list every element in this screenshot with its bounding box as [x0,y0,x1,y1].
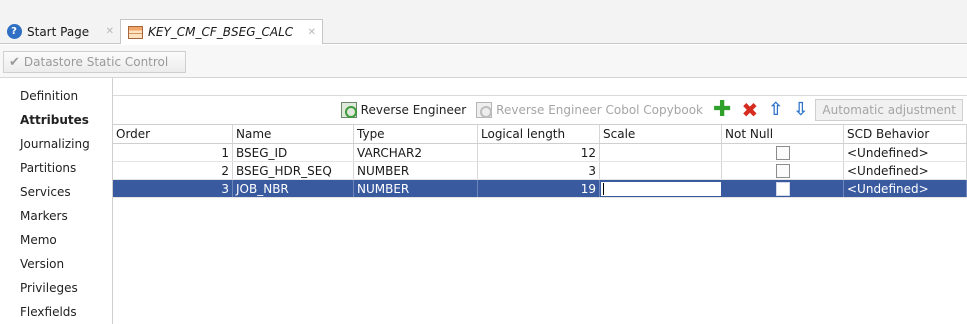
help-icon: ? [6,24,22,40]
arrow-up-icon: ⇧ [768,99,784,120]
cell-logical-length[interactable]: 19 [478,180,600,197]
nav-item-memo[interactable]: Memo [0,228,112,252]
nav-item-markers[interactable]: Markers [0,204,112,228]
move-up-button[interactable]: ⇧ [765,99,786,121]
attributes-table: Order Name Type Logical length Scale Not… [113,124,967,198]
datastore-table-icon [127,24,143,40]
column-header-scd-behavior[interactable]: SCD Behavior [844,125,967,143]
reverse-engineer-cobol-button[interactable]: Reverse Engineer Cobol Copybook [473,99,706,121]
not-null-checkbox[interactable] [775,145,790,160]
cell-scd-behavior[interactable]: <Undefined> [844,180,967,197]
cell-name[interactable]: BSEG_ID [233,144,354,161]
cell-scale[interactable] [600,162,722,179]
nav-item-version[interactable]: Version [0,252,112,276]
datastore-static-control-label: Datastore Static Control [23,55,169,69]
move-down-button[interactable]: ⇩ [790,99,811,121]
tab-start-page[interactable]: ? Start Page ✕ [0,19,120,44]
cell-name[interactable]: JOB_NBR [233,180,354,197]
tab-datastore[interactable]: KEY_CM_CF_BSEG_CALC ✕ [120,19,323,44]
automatic-adjustment-button[interactable]: Automatic adjustment [815,99,963,121]
nav-item-services[interactable]: Services [0,180,112,204]
datastore-section-nav: Definition Attributes Journalizing Parti… [0,78,113,324]
editor-tab-bar: ? Start Page ✕ KEY_CM_CF_BSEG_CALC ✕ [0,0,967,44]
cell-order[interactable]: 1 [113,144,233,161]
nav-item-journalizing[interactable]: Journalizing [0,132,112,156]
reverse-engineer-icon [340,102,357,118]
nav-item-partitions[interactable]: Partitions [0,156,112,180]
editor-toolbar: ✔ Datastore Static Control [0,45,967,78]
reverse-engineer-label: Reverse Engineer [360,103,467,117]
column-header-type[interactable]: Type [354,125,478,143]
automatic-adjustment-label: Automatic adjustment [822,103,956,117]
tab-start-page-label: Start Page [27,24,90,39]
cell-order[interactable]: 2 [113,162,233,179]
add-attribute-button[interactable]: ✚ [710,99,734,121]
tab-close-icon[interactable]: ✕ [106,26,114,37]
table-row[interactable]: 1 BSEG_ID VARCHAR2 12 <Undefined> [113,144,967,162]
delete-attribute-button[interactable]: ✖ [738,99,761,121]
cell-type[interactable]: VARCHAR2 [354,144,478,161]
table-row-selected[interactable]: 3 JOB_NBR NUMBER 19 <Undefined> [113,180,967,198]
text-cursor [603,183,604,195]
cell-name[interactable]: BSEG_HDR_SEQ [233,162,354,179]
nav-item-attributes[interactable]: Attributes [0,108,112,132]
tab-close-icon[interactable]: ✕ [308,27,316,38]
column-header-not-null[interactable]: Not Null [722,125,844,143]
reverse-engineer-button[interactable]: Reverse Engineer [338,99,470,121]
reverse-engineer-cobol-icon [476,102,493,118]
nav-item-privileges[interactable]: Privileges [0,276,112,300]
cell-not-null [722,144,844,161]
cell-logical-length[interactable]: 12 [478,144,600,161]
cell-scale[interactable] [600,144,722,161]
column-header-name[interactable]: Name [233,125,354,143]
cell-scd-behavior[interactable]: <Undefined> [844,144,967,161]
cell-not-null [722,162,844,179]
cell-scd-behavior[interactable]: <Undefined> [844,162,967,179]
cell-type[interactable]: NUMBER [354,162,478,179]
column-header-order[interactable]: Order [113,125,233,143]
plus-icon: ✚ [713,97,732,122]
arrow-down-icon: ⇩ [793,99,809,120]
tab-datastore-label: KEY_CM_CF_BSEG_CALC [148,25,294,39]
datastore-static-control-button[interactable]: ✔ Datastore Static Control [3,51,186,73]
reverse-engineer-cobol-label: Reverse Engineer Cobol Copybook [496,103,703,117]
scale-edit-field[interactable] [600,181,722,197]
checkmark-icon: ✔ [9,54,20,70]
attributes-panel: Reverse Engineer Reverse Engineer Cobol … [113,78,967,324]
table-header-row: Order Name Type Logical length Scale Not… [113,124,967,144]
nav-item-definition[interactable]: Definition [0,84,112,108]
attributes-action-bar: Reverse Engineer Reverse Engineer Cobol … [113,96,967,124]
not-null-checkbox[interactable] [775,181,790,196]
column-header-scale[interactable]: Scale [600,125,722,143]
column-header-logical-length[interactable]: Logical length [478,125,600,143]
cell-logical-length[interactable]: 3 [478,162,600,179]
delete-icon: ✖ [741,98,759,122]
not-null-checkbox[interactable] [775,163,790,178]
nav-item-flexfields[interactable]: Flexfields [0,300,112,324]
cell-order[interactable]: 3 [113,180,233,197]
cell-not-null [722,180,844,197]
table-row[interactable]: 2 BSEG_HDR_SEQ NUMBER 3 <Undefined> [113,162,967,180]
cell-type[interactable]: NUMBER [354,180,478,197]
panel-header-strip [113,78,967,96]
